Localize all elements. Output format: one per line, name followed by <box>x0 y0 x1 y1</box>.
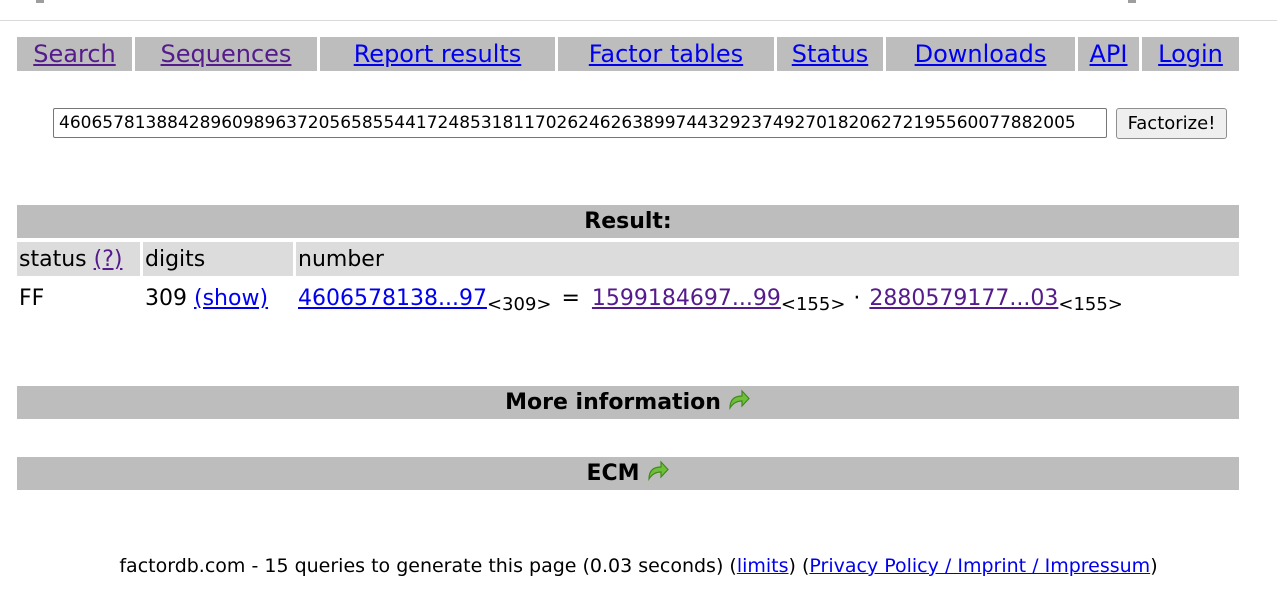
factor-link-1[interactable]: 1599184697...99 <box>592 286 781 311</box>
top-divider <box>0 20 1277 21</box>
result-status: FF <box>19 283 44 313</box>
limits-link[interactable]: limits <box>737 555 789 577</box>
main-nav: Search Sequences Report results Factor t… <box>17 37 1239 71</box>
nav-item-sequences: Sequences <box>135 37 317 71</box>
footer-end: ) <box>1150 555 1158 577</box>
nav-link-report-results[interactable]: Report results <box>354 40 522 68</box>
result-header: Result: <box>17 205 1239 238</box>
nav-link-sequences[interactable]: Sequences <box>161 40 292 68</box>
show-digits-link[interactable]: (show) <box>194 286 268 311</box>
nav-link-factor-tables[interactable]: Factor tables <box>589 40 743 68</box>
factor-2-digit-count: <155> <box>1058 293 1123 315</box>
nav-link-downloads[interactable]: Downloads <box>915 40 1047 68</box>
column-label-status: status <box>19 246 87 272</box>
top-edge-mark <box>36 0 44 3</box>
nav-link-login[interactable]: Login <box>1158 40 1223 68</box>
factor-1-digit-count: <155> <box>780 293 846 315</box>
column-header-status: status (?) <box>17 242 140 276</box>
more-information-bar[interactable]: More information <box>17 386 1239 419</box>
nav-item-report-results: Report results <box>320 37 555 71</box>
nav-link-status[interactable]: Status <box>792 40 868 68</box>
status-help-link[interactable]: (?) <box>94 247 123 272</box>
top-edge-mark <box>1128 0 1136 3</box>
ecm-label: ECM <box>586 461 640 486</box>
column-label-digits: digits <box>145 246 206 272</box>
expand-arrow-icon[interactable] <box>646 459 670 483</box>
nav-item-search: Search <box>17 37 132 71</box>
number-input[interactable] <box>53 108 1107 138</box>
nav-item-api: API <box>1078 37 1139 71</box>
result-number: 4606578138...97 <309> = 1599184697...99 <1… <box>298 283 1123 315</box>
factor-link-2[interactable]: 2880579177...03 <box>869 286 1058 311</box>
nav-item-status: Status <box>777 37 883 71</box>
digits-value: 309 <box>145 285 187 311</box>
nav-item-factor-tables: Factor tables <box>558 37 774 71</box>
footer: factordb.com - 15 queries to generate th… <box>0 555 1277 577</box>
privacy-policy-link[interactable]: Privacy Policy / Imprint / Impressum <box>809 555 1150 577</box>
equals-sign: = <box>561 285 580 311</box>
column-header-number: number <box>296 242 1239 276</box>
number-digit-count: <309> <box>486 293 552 315</box>
footer-text: factordb.com - 15 queries to generate th… <box>119 555 737 577</box>
column-label-number: number <box>298 246 384 272</box>
nav-item-login: Login <box>1142 37 1239 71</box>
nav-link-search[interactable]: Search <box>33 40 115 68</box>
footer-separator: ) ( <box>788 555 810 577</box>
status-value: FF <box>19 285 45 311</box>
expand-arrow-icon[interactable] <box>727 388 751 412</box>
number-link[interactable]: 4606578138...97 <box>298 286 487 311</box>
ecm-bar[interactable]: ECM <box>17 457 1239 490</box>
result-digits: 309 (show) <box>145 283 268 313</box>
column-header-digits: digits <box>143 242 293 276</box>
nav-item-downloads: Downloads <box>886 37 1075 71</box>
nav-link-api[interactable]: API <box>1090 40 1128 68</box>
factorize-button[interactable]: Factorize! <box>1116 108 1227 139</box>
more-information-label: More information <box>505 390 721 415</box>
multiply-sign: · <box>853 285 861 311</box>
